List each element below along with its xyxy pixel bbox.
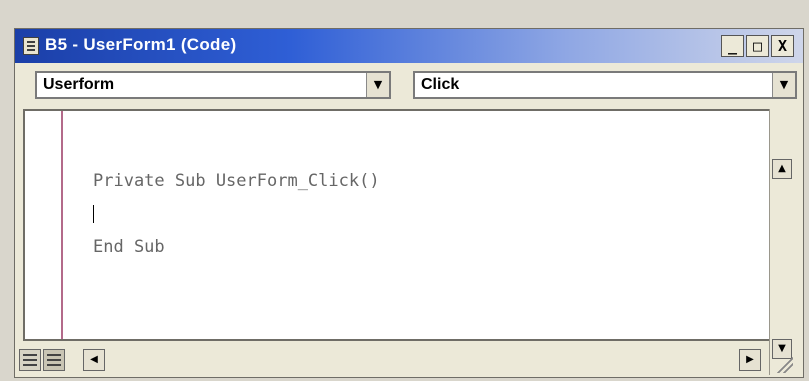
bottom-bar: ◀ ▶ (15, 345, 769, 377)
text-caret (93, 205, 94, 223)
vba-module-icon (23, 37, 39, 55)
resize-grip-icon[interactable] (775, 355, 793, 373)
title-bar[interactable]: B5 - UserForm1 (Code) _ □ X (15, 29, 803, 63)
code-line[interactable]: Private Sub UserForm_Click() (93, 171, 380, 191)
maximize-button[interactable]: □ (746, 35, 769, 57)
object-dropdown[interactable]: Userform ▼ (35, 71, 391, 99)
horizontal-scrollbar[interactable] (107, 349, 737, 371)
minimize-button[interactable]: _ (721, 35, 744, 57)
object-dropdown-value: Userform (43, 76, 115, 93)
close-button[interactable]: X (771, 35, 794, 57)
arrow-left-icon[interactable]: ◀ (83, 349, 105, 371)
chevron-down-icon[interactable]: ▼ (772, 73, 795, 97)
arrow-right-icon[interactable]: ▶ (739, 349, 761, 371)
procedure-dropdown[interactable]: Click ▼ (413, 71, 797, 99)
vertical-scrollbar[interactable]: ▲ ▼ (769, 109, 796, 375)
procedure-dropdown-value: Click (421, 76, 460, 93)
code-window: B5 - UserForm1 (Code) _ □ X Userform ▼ C… (14, 28, 804, 378)
window-title: B5 - UserForm1 (Code) (45, 35, 237, 54)
full-module-view-icon[interactable] (43, 349, 65, 371)
procedure-view-icon[interactable] (19, 349, 41, 371)
code-editor[interactable]: Private Sub UserForm_Click() End Sub (23, 109, 795, 341)
code-line[interactable]: End Sub (93, 237, 165, 257)
chevron-down-icon[interactable]: ▼ (366, 73, 389, 97)
margin-indicator-bar[interactable] (25, 111, 63, 339)
arrow-up-icon[interactable]: ▲ (772, 159, 792, 179)
